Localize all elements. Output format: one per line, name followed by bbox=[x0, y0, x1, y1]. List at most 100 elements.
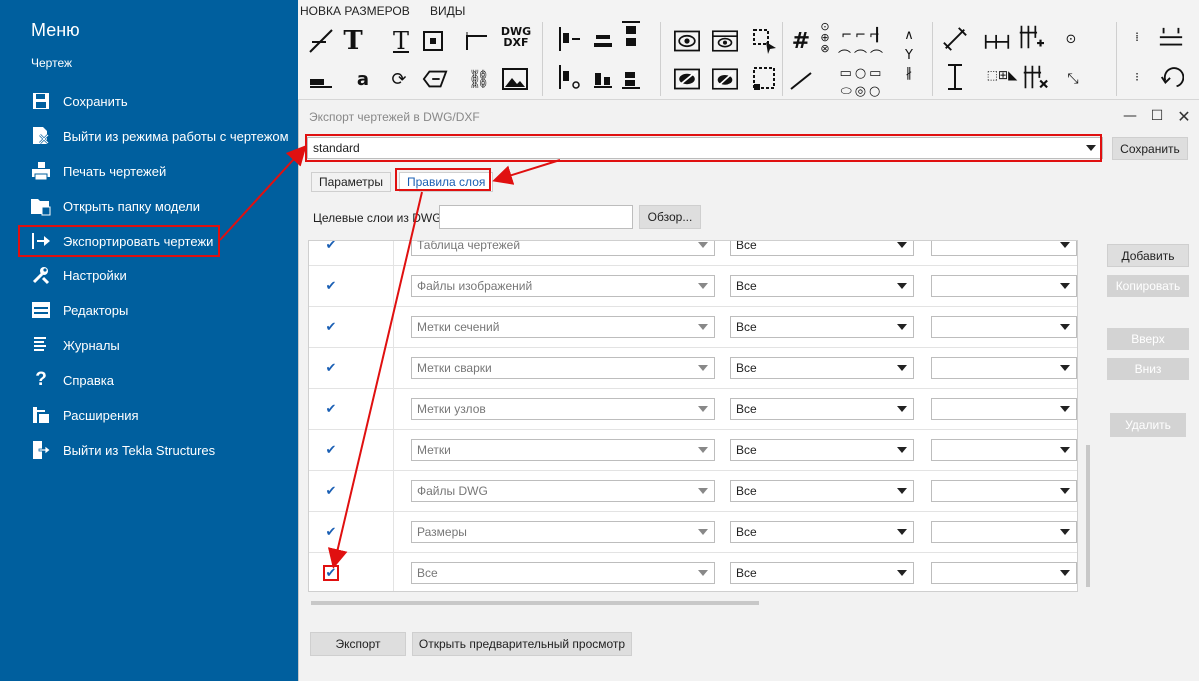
scope-select[interactable]: Все bbox=[730, 439, 914, 461]
vertical-dimension-icon[interactable] bbox=[942, 64, 968, 90]
save-settings-button[interactable]: Сохранить bbox=[1112, 137, 1188, 160]
extra-select[interactable] bbox=[931, 439, 1077, 461]
delete-rule-button[interactable]: Удалить bbox=[1110, 413, 1186, 437]
extra-select[interactable] bbox=[931, 398, 1077, 420]
hide-view-icon[interactable] bbox=[674, 66, 700, 92]
checkbox[interactable]: ✔ bbox=[323, 319, 339, 335]
rule-select[interactable]: Метки узлов bbox=[411, 398, 715, 420]
menu-item-help[interactable]: ? Справка bbox=[29, 367, 291, 393]
move-down-button[interactable]: Вниз bbox=[1107, 358, 1189, 380]
checkbox-highlighted[interactable]: ✔ bbox=[323, 565, 339, 581]
level-mark-icon[interactable] bbox=[1158, 26, 1184, 52]
select-area-icon[interactable] bbox=[752, 66, 778, 92]
menu-item-open-model-folder[interactable]: Открыть папку модели bbox=[29, 193, 291, 219]
checkbox[interactable]: ✔ bbox=[323, 241, 339, 253]
table-row[interactable]: ✔ Метки Все bbox=[309, 430, 1077, 471]
extra-select[interactable] bbox=[931, 241, 1077, 256]
rule-select[interactable]: Файлы изображений bbox=[411, 275, 715, 297]
menu-item-extensions[interactable]: Расширения bbox=[29, 402, 291, 428]
checkbox[interactable]: ✔ bbox=[323, 442, 339, 458]
hide-window-icon[interactable] bbox=[712, 66, 738, 92]
scope-select[interactable]: Все bbox=[730, 562, 914, 584]
text-tool-icon[interactable]: T bbox=[340, 26, 366, 56]
leader-line-icon[interactable] bbox=[464, 28, 490, 54]
link-icon[interactable]: ⛓ bbox=[466, 66, 492, 92]
picture-icon[interactable] bbox=[502, 66, 528, 92]
copy-rule-button[interactable]: Копировать bbox=[1107, 275, 1189, 297]
rotate-icon[interactable]: ⟳ bbox=[386, 66, 412, 92]
menu-item-editors[interactable]: Редакторы bbox=[29, 297, 291, 323]
open-preview-button[interactable]: Открыть предварительный просмотр bbox=[412, 632, 632, 656]
table-row[interactable]: ✔ Все Все bbox=[309, 553, 1077, 591]
checkbox[interactable]: ✔ bbox=[323, 278, 339, 294]
menu-item-settings[interactable]: Настройки bbox=[29, 262, 291, 288]
table-row[interactable]: ✔ Размеры Все bbox=[309, 512, 1077, 553]
dimension-vertical-icon[interactable] bbox=[556, 26, 582, 52]
rule-select[interactable]: Метки bbox=[411, 439, 715, 461]
extra-select[interactable] bbox=[931, 275, 1077, 297]
rule-select[interactable]: Файлы DWG bbox=[411, 480, 715, 502]
dimension-horizontal-icon[interactable] bbox=[556, 64, 582, 90]
view-window-icon[interactable] bbox=[712, 28, 738, 54]
table-row[interactable]: ✔ Метки сечений Все bbox=[309, 307, 1077, 348]
text-style-icon[interactable]: a bbox=[350, 66, 376, 92]
extra-select[interactable] bbox=[931, 480, 1077, 502]
dimension-mark-icon[interactable]: ⊙ bbox=[1058, 26, 1084, 52]
table-row[interactable]: ✔ Метки сварки Все bbox=[309, 348, 1077, 389]
horizontal-dimension-icon[interactable] bbox=[984, 28, 1010, 54]
view-select-icon[interactable] bbox=[752, 28, 778, 54]
rule-select[interactable]: Метки сварки bbox=[411, 357, 715, 379]
export-button[interactable]: Экспорт bbox=[310, 632, 406, 656]
target-layers-input[interactable] bbox=[439, 205, 633, 229]
menu-item-journals[interactable]: Журналы bbox=[29, 332, 291, 358]
align-bottom-icon[interactable] bbox=[590, 66, 616, 92]
underlined-text-icon[interactable]: T bbox=[388, 27, 414, 55]
ribbon-tab-dimensioning[interactable]: НОВКА РАЗМЕРОВ bbox=[300, 4, 410, 18]
line-type-icon[interactable] bbox=[308, 66, 334, 92]
browse-button[interactable]: Обзор... bbox=[639, 205, 701, 229]
checkbox[interactable]: ✔ bbox=[323, 483, 339, 499]
grid-points-alt-icon[interactable]: ⁝ bbox=[1124, 64, 1150, 90]
checkbox[interactable]: ✔ bbox=[323, 524, 339, 540]
grid-points-icon[interactable]: ⁞ bbox=[1124, 24, 1150, 50]
extra-select[interactable] bbox=[931, 562, 1077, 584]
table-row[interactable]: ✔ Файлы изображений Все bbox=[309, 266, 1077, 307]
dimension-tools-small[interactable]: ⬚⊞◣ bbox=[982, 62, 1022, 88]
checkbox[interactable]: ✔ bbox=[323, 360, 339, 376]
minimize-button[interactable]: — bbox=[1119, 106, 1141, 126]
diagonal-dimension-icon[interactable] bbox=[942, 26, 968, 52]
vertical-scrollbar[interactable] bbox=[1086, 445, 1090, 587]
remove-dimension-point-icon[interactable] bbox=[1022, 64, 1048, 90]
align-bottom-edge-icon[interactable] bbox=[618, 66, 644, 92]
rule-select[interactable]: Размеры bbox=[411, 521, 715, 543]
dimension-move-icon[interactable]: ⤡ bbox=[1060, 66, 1086, 92]
rule-select[interactable]: Таблица чертежей bbox=[411, 241, 715, 256]
align-center-icon[interactable] bbox=[590, 28, 616, 54]
checkbox[interactable]: ✔ bbox=[323, 401, 339, 417]
horizontal-scrollbar[interactable] bbox=[311, 601, 759, 605]
extra-select[interactable] bbox=[931, 521, 1077, 543]
ribbon-tab-views[interactable]: ВИДЫ bbox=[430, 4, 465, 18]
maximize-button[interactable]: ☐ bbox=[1146, 106, 1168, 126]
add-dimension-point-icon[interactable] bbox=[1018, 24, 1044, 50]
scope-select[interactable]: Все bbox=[730, 480, 914, 502]
scope-select[interactable]: Все bbox=[730, 316, 914, 338]
add-rule-button[interactable]: Добавить bbox=[1107, 244, 1189, 267]
rotate-dimension-icon[interactable] bbox=[1158, 64, 1184, 90]
scope-select[interactable]: Все bbox=[730, 521, 914, 543]
scope-select[interactable]: Все bbox=[730, 241, 914, 256]
extra-select[interactable] bbox=[931, 357, 1077, 379]
menu-item-print[interactable]: Печать чертежей bbox=[29, 158, 291, 184]
rule-select[interactable]: Все bbox=[411, 562, 715, 584]
polyline-icon[interactable] bbox=[788, 68, 814, 94]
symbol-tool-icon[interactable] bbox=[420, 28, 446, 54]
move-up-button[interactable]: Вверх bbox=[1107, 328, 1189, 350]
menu-item-save[interactable]: Сохранить bbox=[29, 88, 291, 114]
menu-item-exit-app[interactable]: Выйти из Tekla Structures bbox=[29, 437, 291, 463]
align-top-icon[interactable] bbox=[618, 21, 644, 48]
scope-select[interactable]: Все bbox=[730, 398, 914, 420]
menu-item-exit-drawing[interactable]: Выйти из режима работы с чертежом bbox=[29, 123, 291, 149]
tab-parameters[interactable]: Параметры bbox=[311, 172, 391, 192]
arrow-symbol-icon[interactable] bbox=[422, 66, 448, 92]
table-row[interactable]: ✔ Таблица чертежей Все bbox=[309, 241, 1077, 266]
